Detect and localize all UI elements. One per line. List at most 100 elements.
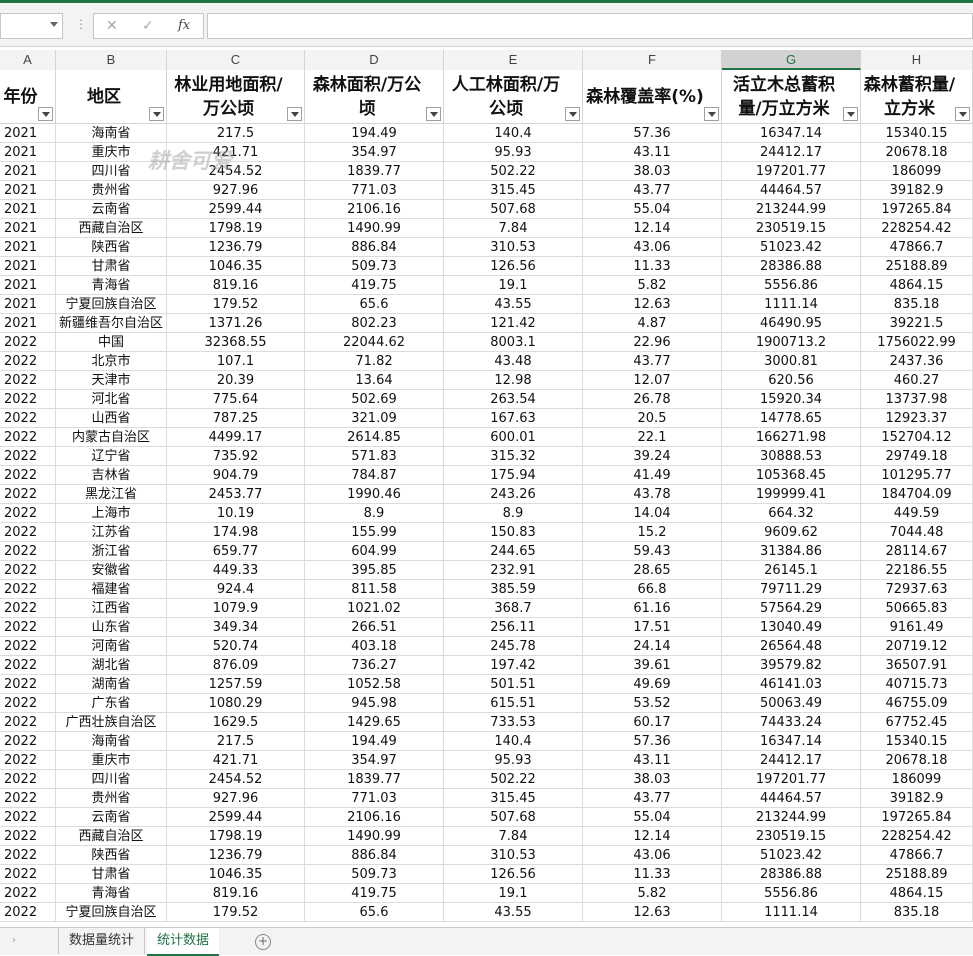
cell-d[interactable]: 2106.16 — [305, 808, 444, 827]
cell-f[interactable]: 43.06 — [583, 846, 722, 865]
cell-d[interactable]: 65.6 — [305, 903, 444, 922]
cell-e[interactable]: 95.93 — [444, 751, 583, 770]
cell-c[interactable]: 2453.77 — [167, 485, 305, 504]
cell-f[interactable]: 61.16 — [583, 599, 722, 618]
cell-a[interactable]: 2021 — [0, 181, 56, 200]
cell-c[interactable]: 1371.26 — [167, 314, 305, 333]
cell-g[interactable]: 213244.99 — [722, 808, 861, 827]
cell-h[interactable]: 36507.91 — [861, 656, 973, 675]
cell-e[interactable]: 256.11 — [444, 618, 583, 637]
cell-a[interactable]: 2022 — [0, 542, 56, 561]
cell-b[interactable]: 湖北省 — [56, 656, 167, 675]
cell-b[interactable]: 吉林省 — [56, 466, 167, 485]
cell-g[interactable]: 26564.48 — [722, 637, 861, 656]
filter-dropdown-icon[interactable] — [704, 107, 719, 121]
cell-h[interactable]: 460.27 — [861, 371, 973, 390]
insert-function-icon[interactable]: fx — [178, 18, 190, 33]
cell-d[interactable]: 22044.62 — [305, 333, 444, 352]
cell-c[interactable]: 217.5 — [167, 124, 305, 143]
cell-b[interactable]: 黑龙江省 — [56, 485, 167, 504]
cell-f[interactable]: 22.1 — [583, 428, 722, 447]
cell-e[interactable]: 310.53 — [444, 846, 583, 865]
cell-c[interactable]: 819.16 — [167, 884, 305, 903]
cell-d[interactable]: 155.99 — [305, 523, 444, 542]
cell-b[interactable]: 重庆市 — [56, 751, 167, 770]
cell-g[interactable]: 1111.14 — [722, 295, 861, 314]
cell-c[interactable]: 32368.55 — [167, 333, 305, 352]
cell-f[interactable]: 12.07 — [583, 371, 722, 390]
cell-a[interactable]: 2022 — [0, 637, 56, 656]
cell-b[interactable]: 湖南省 — [56, 675, 167, 694]
cell-c[interactable]: 421.71 — [167, 143, 305, 162]
cell-g[interactable]: 16347.14 — [722, 732, 861, 751]
cell-d[interactable]: 771.03 — [305, 789, 444, 808]
cell-f[interactable]: 14.04 — [583, 504, 722, 523]
cell-h[interactable]: 2437.36 — [861, 352, 973, 371]
cell-c[interactable]: 179.52 — [167, 295, 305, 314]
cell-b[interactable]: 贵州省 — [56, 789, 167, 808]
cell-h[interactable]: 39182.9 — [861, 181, 973, 200]
cell-a[interactable]: 2022 — [0, 485, 56, 504]
cell-b[interactable]: 重庆市 — [56, 143, 167, 162]
cell-a[interactable]: 2022 — [0, 770, 56, 789]
cell-g[interactable]: 24412.17 — [722, 143, 861, 162]
cell-f[interactable]: 12.63 — [583, 903, 722, 922]
cell-g[interactable]: 197201.77 — [722, 162, 861, 181]
cell-e[interactable]: 126.56 — [444, 257, 583, 276]
cell-h[interactable]: 47866.7 — [861, 846, 973, 865]
cell-a[interactable]: 2022 — [0, 561, 56, 580]
cell-e[interactable]: 501.51 — [444, 675, 583, 694]
cell-e[interactable]: 121.42 — [444, 314, 583, 333]
cell-g[interactable]: 28386.88 — [722, 865, 861, 884]
cell-e[interactable]: 507.68 — [444, 200, 583, 219]
cell-d[interactable]: 1990.46 — [305, 485, 444, 504]
cell-a[interactable]: 2022 — [0, 808, 56, 827]
cell-g[interactable]: 5556.86 — [722, 276, 861, 295]
cell-c[interactable]: 107.1 — [167, 352, 305, 371]
cell-d[interactable]: 1839.77 — [305, 162, 444, 181]
cell-e[interactable]: 243.26 — [444, 485, 583, 504]
cell-f[interactable]: 38.03 — [583, 162, 722, 181]
cell-h[interactable]: 197265.84 — [861, 808, 973, 827]
cell-c[interactable]: 1046.35 — [167, 865, 305, 884]
cell-b[interactable]: 云南省 — [56, 200, 167, 219]
cell-h[interactable]: 47866.7 — [861, 238, 973, 257]
cell-c[interactable]: 1236.79 — [167, 238, 305, 257]
cell-f[interactable]: 15.2 — [583, 523, 722, 542]
cell-d[interactable]: 266.51 — [305, 618, 444, 637]
cell-f[interactable]: 5.82 — [583, 884, 722, 903]
cell-b[interactable]: 中国 — [56, 333, 167, 352]
cell-e[interactable]: 600.01 — [444, 428, 583, 447]
cell-d[interactable]: 771.03 — [305, 181, 444, 200]
cell-c[interactable]: 449.33 — [167, 561, 305, 580]
cell-h[interactable]: 25188.89 — [861, 865, 973, 884]
cell-e[interactable]: 150.83 — [444, 523, 583, 542]
header-cell[interactable]: 活立木总蓄积量/万立方米 — [722, 70, 861, 123]
cell-b[interactable]: 广东省 — [56, 694, 167, 713]
cell-f[interactable]: 26.78 — [583, 390, 722, 409]
cell-c[interactable]: 1236.79 — [167, 846, 305, 865]
cell-b[interactable]: 四川省 — [56, 770, 167, 789]
cell-f[interactable]: 12.14 — [583, 827, 722, 846]
sheet-tab-stats[interactable]: 统计数据 — [147, 928, 220, 956]
cell-g[interactable]: 50063.49 — [722, 694, 861, 713]
cell-g[interactable]: 44464.57 — [722, 181, 861, 200]
cell-h[interactable]: 20678.18 — [861, 751, 973, 770]
cell-c[interactable]: 787.25 — [167, 409, 305, 428]
header-cell[interactable]: 森林覆盖率(%) — [583, 70, 722, 123]
chevron-down-icon[interactable] — [50, 22, 58, 27]
cell-d[interactable]: 945.98 — [305, 694, 444, 713]
cell-b[interactable]: 北京市 — [56, 352, 167, 371]
cell-g[interactable]: 31384.86 — [722, 542, 861, 561]
column-header-b[interactable]: B — [56, 50, 167, 70]
cell-h[interactable]: 39182.9 — [861, 789, 973, 808]
cell-a[interactable]: 2022 — [0, 675, 56, 694]
filter-dropdown-icon[interactable] — [843, 107, 858, 121]
cell-c[interactable]: 217.5 — [167, 732, 305, 751]
cell-c[interactable]: 1798.19 — [167, 827, 305, 846]
cell-h[interactable]: 28114.67 — [861, 542, 973, 561]
column-header-h[interactable]: H — [861, 50, 973, 70]
cell-d[interactable]: 354.97 — [305, 143, 444, 162]
cell-b[interactable]: 上海市 — [56, 504, 167, 523]
cell-a[interactable]: 2022 — [0, 618, 56, 637]
